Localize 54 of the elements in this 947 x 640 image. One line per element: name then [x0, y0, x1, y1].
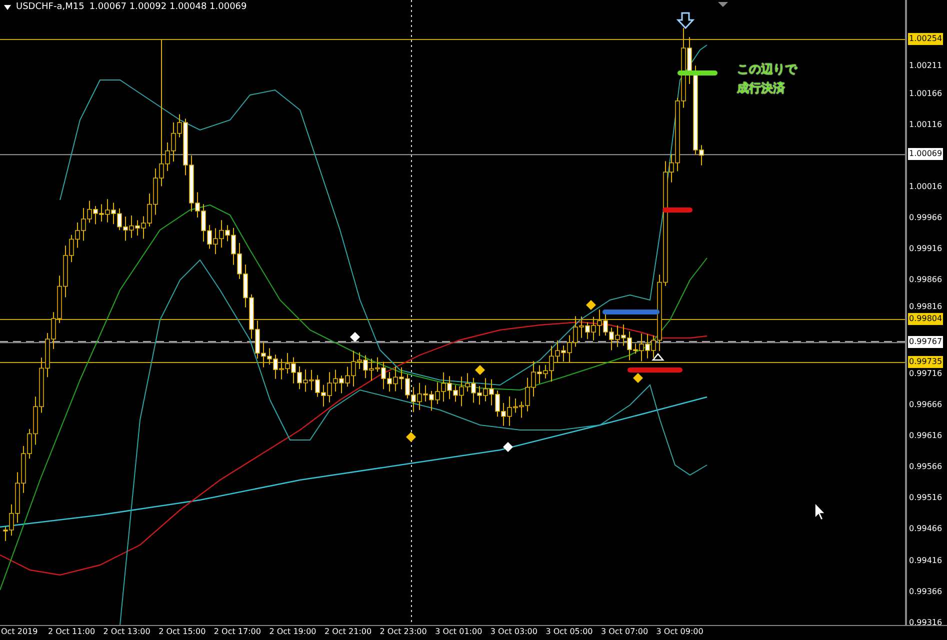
- price-label: 1.00069: [908, 148, 944, 160]
- price-label: 0.99516: [908, 492, 944, 504]
- time-label: 2 Oct 13:00: [103, 627, 150, 636]
- price-label: 0.99566: [908, 461, 944, 474]
- up-arrow-icon: [652, 352, 664, 361]
- price-label: 1.00211: [908, 60, 944, 72]
- time-label: 3 Oct 07:00: [601, 627, 648, 636]
- annotation-text: 成行決済: [737, 80, 786, 97]
- price-label: 1.00166: [908, 88, 944, 100]
- symbol-label: USDCHF-a,M15: [16, 2, 84, 12]
- time-label: 2 Oct 17:00: [214, 627, 261, 636]
- price-label: 0.99366: [908, 586, 944, 598]
- price-label: 0.99767: [908, 336, 944, 348]
- diamond-marker-icon: [406, 432, 416, 442]
- diamond-marker-icon: [350, 332, 360, 342]
- price-label: 1.00016: [908, 181, 944, 194]
- price-label: 0.99804: [908, 313, 944, 326]
- price-label: 0.99716: [908, 368, 944, 380]
- price-label: 0.99616: [908, 430, 944, 442]
- price-label: 0.99666: [908, 398, 944, 411]
- time-label: 2 Oct 19:00: [269, 627, 316, 636]
- cursor-icon: [814, 502, 826, 521]
- diamond-marker-icon: [633, 373, 643, 383]
- time-label: 2 Oct 21:00: [324, 627, 372, 636]
- time-label: 3 Oct 05:00: [546, 627, 593, 636]
- diamond-marker-icon: [586, 300, 596, 310]
- annotation-text: この辺りで: [737, 61, 797, 78]
- diamond-marker-icon: [503, 442, 513, 452]
- price-label: 0.99916: [908, 243, 944, 256]
- price-label: 0.99735: [908, 356, 944, 368]
- level-marker: [662, 208, 692, 212]
- time-label: 2 Oct 23:00: [380, 627, 427, 636]
- level-marker: [678, 70, 718, 76]
- price-label: 0.99816: [908, 301, 944, 314]
- down-arrow-icon: [676, 12, 695, 30]
- time-label: 2 Oct 15:00: [158, 627, 206, 636]
- level-marker: [602, 310, 660, 314]
- shift-marker-icon: [718, 2, 728, 7]
- price-label: 1.00116: [908, 118, 944, 131]
- menu-triangle-icon[interactable]: [4, 4, 11, 10]
- diamond-marker-icon: [475, 365, 485, 375]
- time-label: 2 Oct 11:00: [48, 627, 96, 636]
- level-marker: [628, 368, 682, 372]
- time-label: 3 Oct 09:00: [656, 627, 704, 636]
- time-label: Oct 2019: [1, 627, 38, 636]
- price-label: 0.99416: [908, 554, 944, 567]
- price-label: 1.00254: [908, 33, 944, 45]
- price-label: 0.99316: [908, 616, 944, 629]
- time-label: 3 Oct 03:00: [490, 627, 538, 636]
- ohlc-values: 1.00067 1.00092 1.00048 1.00069: [89, 2, 247, 12]
- time-label: 3 Oct 01:00: [435, 627, 482, 636]
- price-label: 0.99466: [908, 523, 944, 536]
- price-label: 0.99966: [908, 212, 944, 224]
- price-label: 0.99866: [908, 274, 944, 286]
